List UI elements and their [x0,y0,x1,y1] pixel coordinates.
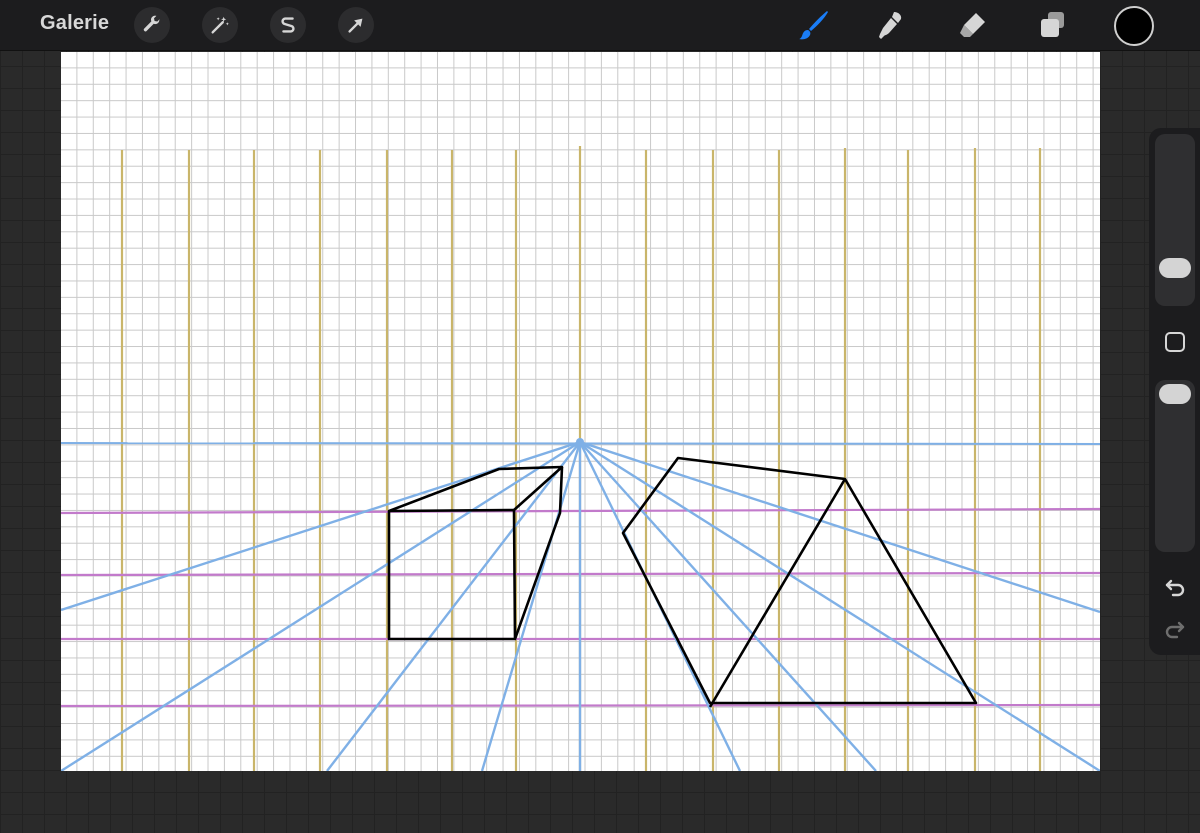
eraser-icon [960,13,985,37]
smudge-icon [879,12,902,39]
selection-button[interactable] [270,7,306,43]
color-picker-button[interactable] [1114,6,1154,46]
top-toolbar: Galerie [0,0,1200,51]
opacity-slider[interactable] [1155,380,1195,552]
gallery-button[interactable]: Galerie [40,12,109,35]
adjustments-button[interactable] [202,7,238,43]
actions-button[interactable] [134,7,170,43]
brush-icon [799,11,828,40]
selection-s-icon [281,17,295,33]
sidebar [1149,128,1200,655]
modify-button[interactable] [1165,332,1185,352]
redo-button[interactable] [1161,614,1189,642]
layers-tool[interactable] [1032,7,1072,43]
undo-button[interactable] [1161,572,1189,600]
perspective-line [326,441,581,771]
redo-icon [1165,621,1185,639]
smudge-tool[interactable] [870,7,910,43]
wrench-icon [143,15,160,32]
perspective-drawing [61,146,1100,771]
perspective-line [579,440,1100,771]
undo-icon [1165,579,1185,597]
transform-button[interactable] [338,7,374,43]
transform-arrow-icon [348,18,363,33]
magic-wand-icon [211,16,229,34]
perspective-lines [61,440,1100,771]
opacity-knob[interactable] [1159,384,1191,404]
drawing-canvas[interactable] [61,52,1100,771]
brush-size-knob[interactable] [1159,258,1191,278]
brush-tool[interactable] [794,7,834,43]
layers-icon [1041,12,1064,37]
eraser-tool[interactable] [952,7,992,43]
brush-size-slider[interactable] [1155,134,1195,306]
cube-sketch [387,465,564,641]
shape-sketch [621,456,978,708]
perspective-line [480,441,582,771]
vanishing-point[interactable] [576,438,584,446]
